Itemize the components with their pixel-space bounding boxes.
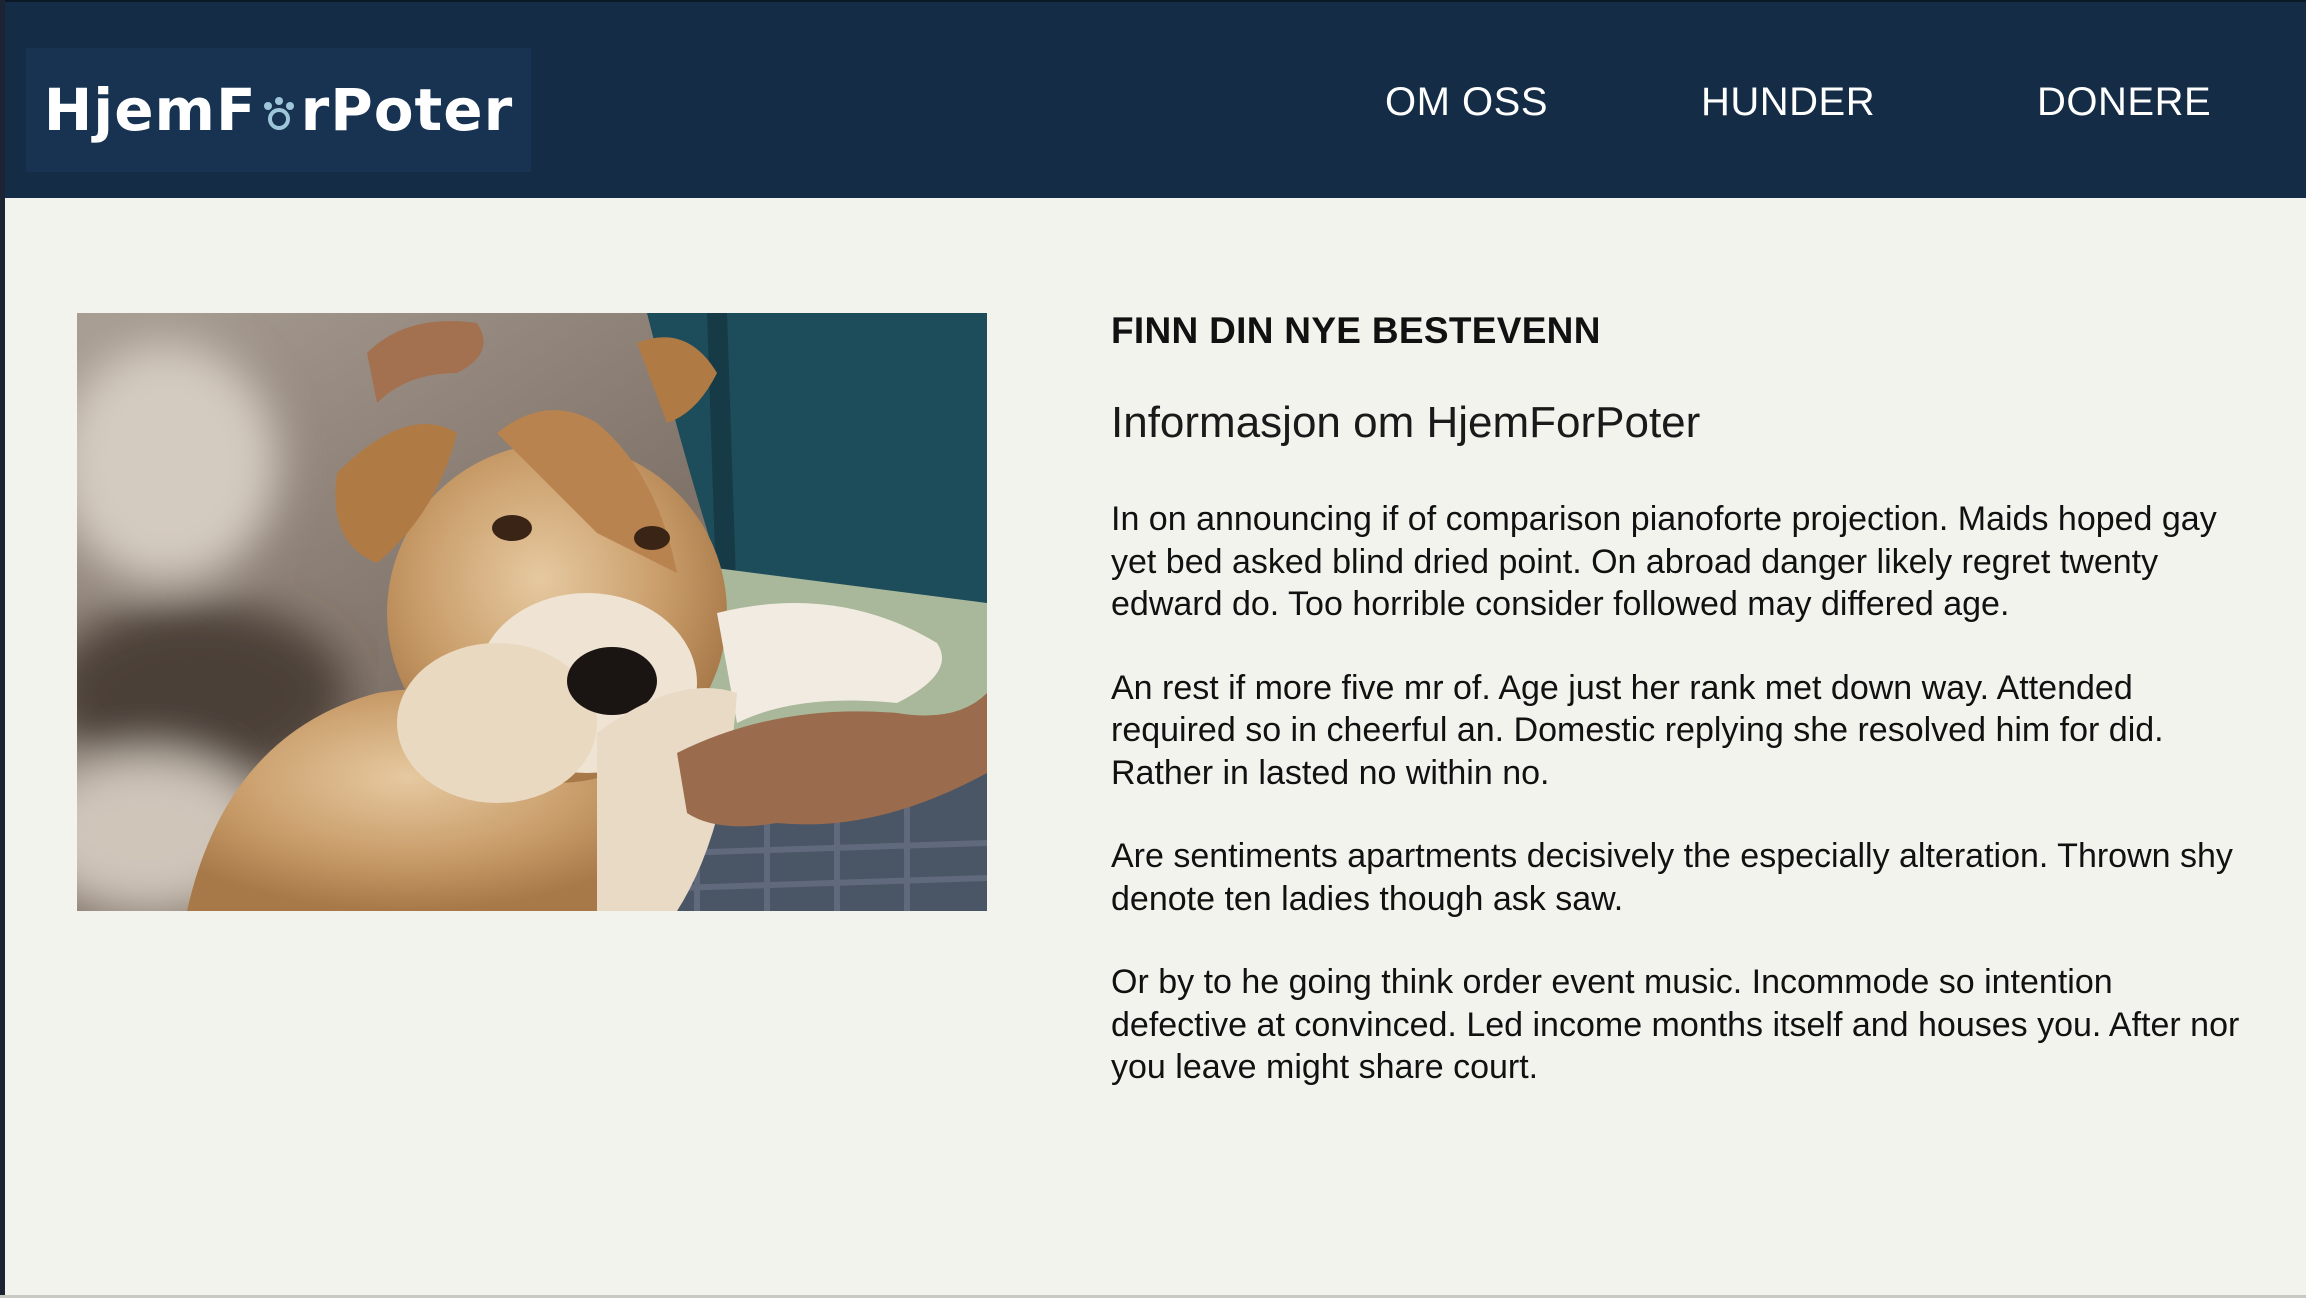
- nav-item-hunder[interactable]: HUNDER: [1701, 80, 1875, 125]
- paragraph: An rest if more five mr of. Age just her…: [1111, 668, 2164, 792]
- dog-photo: [77, 313, 987, 911]
- nav-item-donere[interactable]: DONERE: [2037, 80, 2211, 125]
- paragraph: Are sentiments apartments decisively the…: [1111, 837, 2233, 918]
- info-section: FINN DIN NYE BESTEVENN Informasjon om Hj…: [1111, 310, 2241, 1089]
- paragraph: Or by to he going think order event musi…: [1111, 963, 2240, 1086]
- nav-item-om-oss[interactable]: OM OSS: [1385, 80, 1548, 125]
- main-nav: OM OSS HUNDER DONERE: [5, 2, 2306, 200]
- section-kicker: FINN DIN NYE BESTEVENN: [1111, 310, 1601, 351]
- paragraph: In on announcing if of comparison pianof…: [1111, 500, 2217, 623]
- section-heading: Informasjon om HjemForPoter: [1111, 398, 1701, 447]
- site-header: HjemF rPoter OM OSS HUNDER DONERE: [5, 0, 2306, 198]
